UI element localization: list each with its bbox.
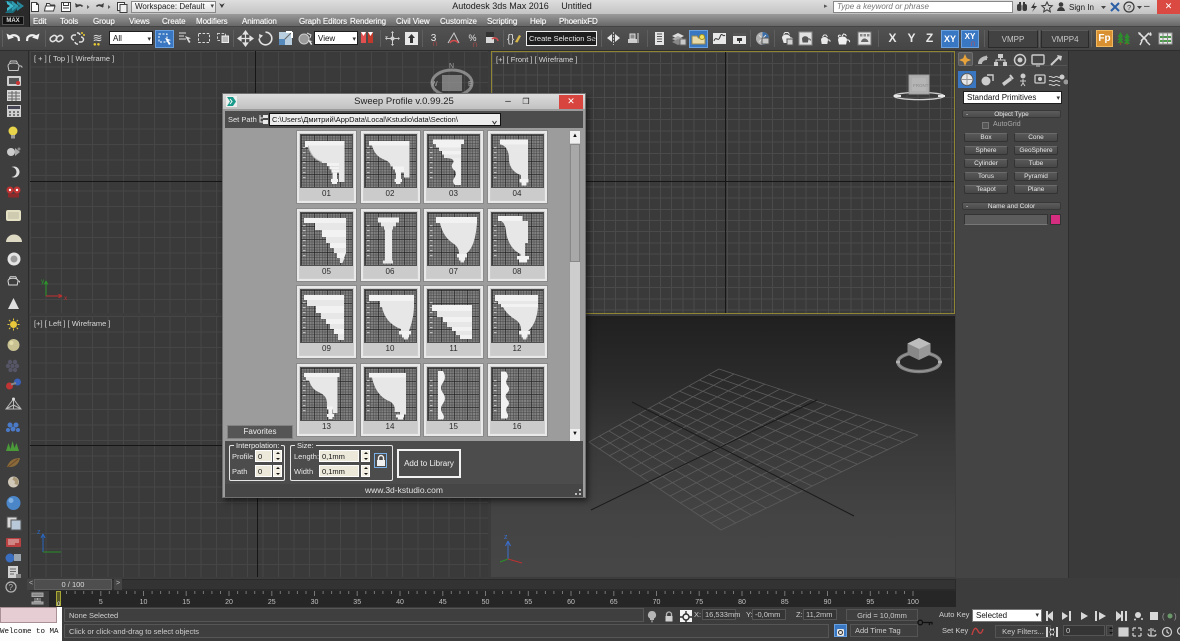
svg-text:90: 90: [824, 599, 832, 606]
svg-text:W: W: [431, 81, 438, 88]
svg-text:20: 20: [225, 599, 233, 606]
svg-text:z: z: [37, 529, 41, 536]
svg-text:25: 25: [268, 599, 276, 606]
svg-text:Sign In: Sign In: [1069, 3, 1094, 12]
svg-text:55: 55: [524, 599, 532, 606]
svg-text:10: 10: [140, 599, 148, 606]
svg-text:35: 35: [353, 599, 361, 606]
svg-text:): ): [1174, 612, 1177, 621]
svg-text:45: 45: [439, 599, 447, 606]
svg-text:(: (: [1162, 612, 1165, 621]
svg-text:40: 40: [396, 599, 404, 606]
svg-text:80: 80: [738, 599, 746, 606]
svg-text:65: 65: [610, 599, 618, 606]
svg-text:100: 100: [907, 599, 919, 606]
svg-text:95: 95: [866, 599, 874, 606]
svg-text:FRONT: FRONT: [913, 83, 929, 88]
svg-text:30: 30: [311, 599, 319, 606]
svg-text:?: ?: [1127, 3, 1131, 12]
svg-text:x: x: [64, 295, 68, 301]
svg-text:60: 60: [567, 599, 575, 606]
svg-text:70: 70: [653, 599, 661, 606]
svg-text:5: 5: [99, 599, 103, 606]
svg-text:z: z: [504, 534, 508, 541]
svg-text:?: ?: [9, 583, 14, 592]
svg-text:75: 75: [695, 599, 703, 606]
svg-text:50: 50: [482, 599, 490, 606]
svg-text:85: 85: [781, 599, 789, 606]
svg-text:{}: {}: [507, 33, 515, 45]
svg-text:E: E: [468, 81, 473, 88]
svg-text:15: 15: [182, 599, 190, 606]
